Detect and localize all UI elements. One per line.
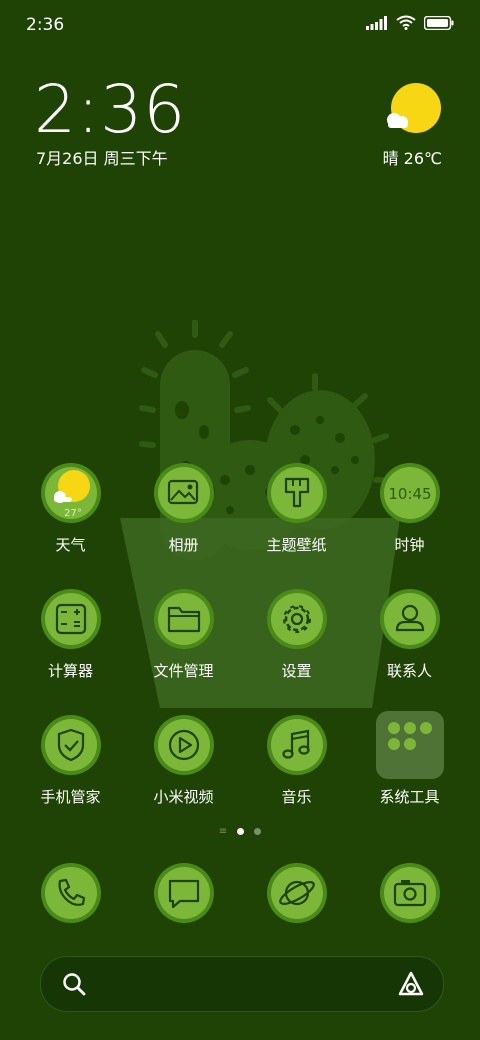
app-label: 时钟: [394, 536, 425, 554]
app-music[interactable]: 音乐: [240, 714, 353, 807]
clock-widget-time[interactable]: 2:36: [34, 70, 186, 150]
app-security[interactable]: 手机管家: [14, 714, 127, 807]
app-label: 天气: [55, 536, 86, 554]
dock: [0, 862, 480, 932]
weather-widget[interactable]: [384, 82, 444, 142]
folder-system-tools[interactable]: 系统工具: [353, 711, 466, 807]
app-contacts[interactable]: 联系人: [353, 588, 466, 681]
dock-camera[interactable]: [353, 862, 466, 924]
dock-browser[interactable]: [240, 862, 353, 924]
search-bar[interactable]: [40, 956, 444, 1012]
dock-messages[interactable]: [127, 862, 240, 924]
play-icon: [153, 715, 214, 775]
weather-icon: 27°: [40, 463, 101, 523]
page-dot[interactable]: [254, 828, 262, 835]
app-label: 相册: [168, 536, 199, 554]
folder-icon: [153, 589, 214, 649]
app-weather[interactable]: 27° 天气: [14, 462, 127, 555]
page-indicator[interactable]: ≡: [0, 827, 480, 837]
status-icons: [366, 15, 454, 30]
app-label: 文件管理: [153, 662, 214, 680]
app-settings[interactable]: 设置: [240, 588, 353, 681]
app-themes[interactable]: 主题壁纸: [240, 462, 353, 555]
status-time: 2:36: [26, 15, 65, 35]
search-icon[interactable]: [61, 971, 87, 997]
clock-widget-date: 7月26日 周三下午: [36, 149, 168, 168]
app-label: 小米视频: [153, 788, 214, 806]
calculator-icon: [40, 589, 101, 649]
app-label: 主题壁纸: [266, 536, 327, 554]
app-clock[interactable]: 10:45 时钟: [353, 462, 466, 555]
status-bar: 2:36: [0, 0, 480, 50]
clock-icon: 10:45: [379, 463, 440, 523]
music-note-icon: [266, 715, 327, 775]
app-file-manager[interactable]: 文件管理: [127, 588, 240, 681]
message-icon: [153, 863, 214, 923]
app-label: 设置: [281, 662, 312, 680]
page-dot-active[interactable]: [237, 828, 245, 835]
sun-cloud-icon: [387, 83, 441, 133]
gallery-icon: [153, 463, 214, 523]
folder-group-icon: [375, 711, 444, 779]
theme-brush-icon: [266, 463, 327, 523]
camera-icon: [379, 863, 440, 923]
contact-icon: [379, 589, 440, 649]
svg-text:10:45: 10:45: [388, 485, 431, 503]
shield-icon: [40, 715, 101, 775]
battery-icon: [424, 15, 454, 30]
wifi-icon: [396, 15, 416, 30]
list-view-icon[interactable]: ≡: [219, 827, 227, 837]
app-calculator[interactable]: 计算器: [14, 588, 127, 681]
signal-icon: [366, 15, 387, 30]
assistant-icon[interactable]: [397, 970, 425, 998]
app-label: 计算器: [47, 662, 93, 680]
browser-planet-icon: [266, 863, 327, 923]
app-label: 音乐: [281, 788, 312, 806]
app-label: 手机管家: [40, 788, 101, 806]
app-video[interactable]: 小米视频: [127, 714, 240, 807]
svg-text:27°: 27°: [64, 508, 82, 519]
dock-phone[interactable]: [14, 862, 127, 924]
app-gallery[interactable]: 相册: [127, 462, 240, 555]
weather-text: 晴 26℃: [382, 149, 442, 168]
gear-icon: [266, 589, 327, 649]
phone-icon: [40, 863, 101, 923]
app-label: 系统工具: [379, 788, 440, 806]
app-label: 联系人: [386, 662, 432, 680]
